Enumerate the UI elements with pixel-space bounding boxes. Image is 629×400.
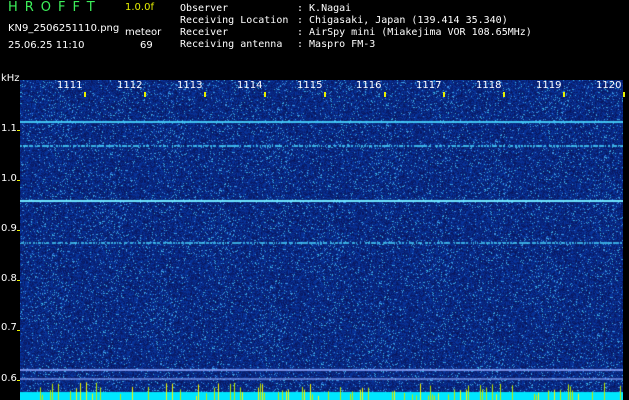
x-tick-label: 1111 xyxy=(57,80,83,91)
x-tick-mark xyxy=(143,92,146,97)
x-tick-mark xyxy=(443,92,446,97)
x-tick-label: 1114 xyxy=(237,80,263,91)
info-value-receiver: : AirSpy mini (Miakejima VOR 108.65MHz) xyxy=(297,27,532,38)
x-tick-label: 1120 xyxy=(596,80,622,91)
y-tick-mark xyxy=(17,230,20,231)
version-label: 1.0.0f xyxy=(125,2,154,13)
x-tick-mark xyxy=(383,92,386,97)
x-tick-label: 1112 xyxy=(117,80,143,91)
y-tick-label: 0.6 xyxy=(1,373,17,384)
meteor-count: 69 xyxy=(140,40,153,51)
y-tick-mark xyxy=(17,280,20,281)
y-tick-label: 0.8 xyxy=(1,273,17,284)
app-title: HROFFT xyxy=(8,0,102,15)
x-tick-label: 1113 xyxy=(177,80,203,91)
y-tick-label: 0.7 xyxy=(1,322,17,333)
x-tick-label: 1116 xyxy=(356,80,382,91)
x-tick-label: 1117 xyxy=(416,80,442,91)
filename-label: KN9_2506251110.png xyxy=(8,23,120,34)
x-tick-mark xyxy=(623,92,626,97)
x-tick-label: 1115 xyxy=(297,80,323,91)
x-tick-mark xyxy=(203,92,206,97)
x-tick-mark xyxy=(503,92,506,97)
info-value-location: : Chigasaki, Japan (139.414 35.340) xyxy=(297,15,508,26)
x-tick-label: 1118 xyxy=(476,80,502,91)
x-tick-mark xyxy=(263,92,266,97)
info-label-location: Receiving Location xyxy=(180,15,289,26)
axis-unit-label: kHz xyxy=(1,73,20,84)
y-tick-label: 1.0 xyxy=(1,173,17,184)
info-label-receiver: Receiver xyxy=(180,27,229,38)
y-tick-mark xyxy=(17,330,20,331)
info-value-antenna: : Maspro FM-3 xyxy=(297,39,376,50)
spectrogram-plot xyxy=(20,80,623,400)
x-tick-label: 1119 xyxy=(536,80,562,91)
y-tick-label: 1.1 xyxy=(1,123,17,134)
x-tick-mark xyxy=(84,92,86,97)
y-tick-mark xyxy=(17,180,20,181)
y-tick-label: 0.9 xyxy=(1,223,17,234)
datetime-label: 25.06.25 11:10 xyxy=(8,40,85,51)
info-label-observer: Observer xyxy=(180,3,229,14)
y-tick-mark xyxy=(17,380,20,381)
y-tick-mark xyxy=(17,130,20,131)
x-tick-mark xyxy=(563,92,566,97)
info-value-observer: : K.Nagai xyxy=(297,3,352,14)
x-tick-mark xyxy=(323,92,326,97)
info-label-antenna: Receiving antenna xyxy=(180,39,283,50)
meteor-label: meteor xyxy=(125,27,162,38)
